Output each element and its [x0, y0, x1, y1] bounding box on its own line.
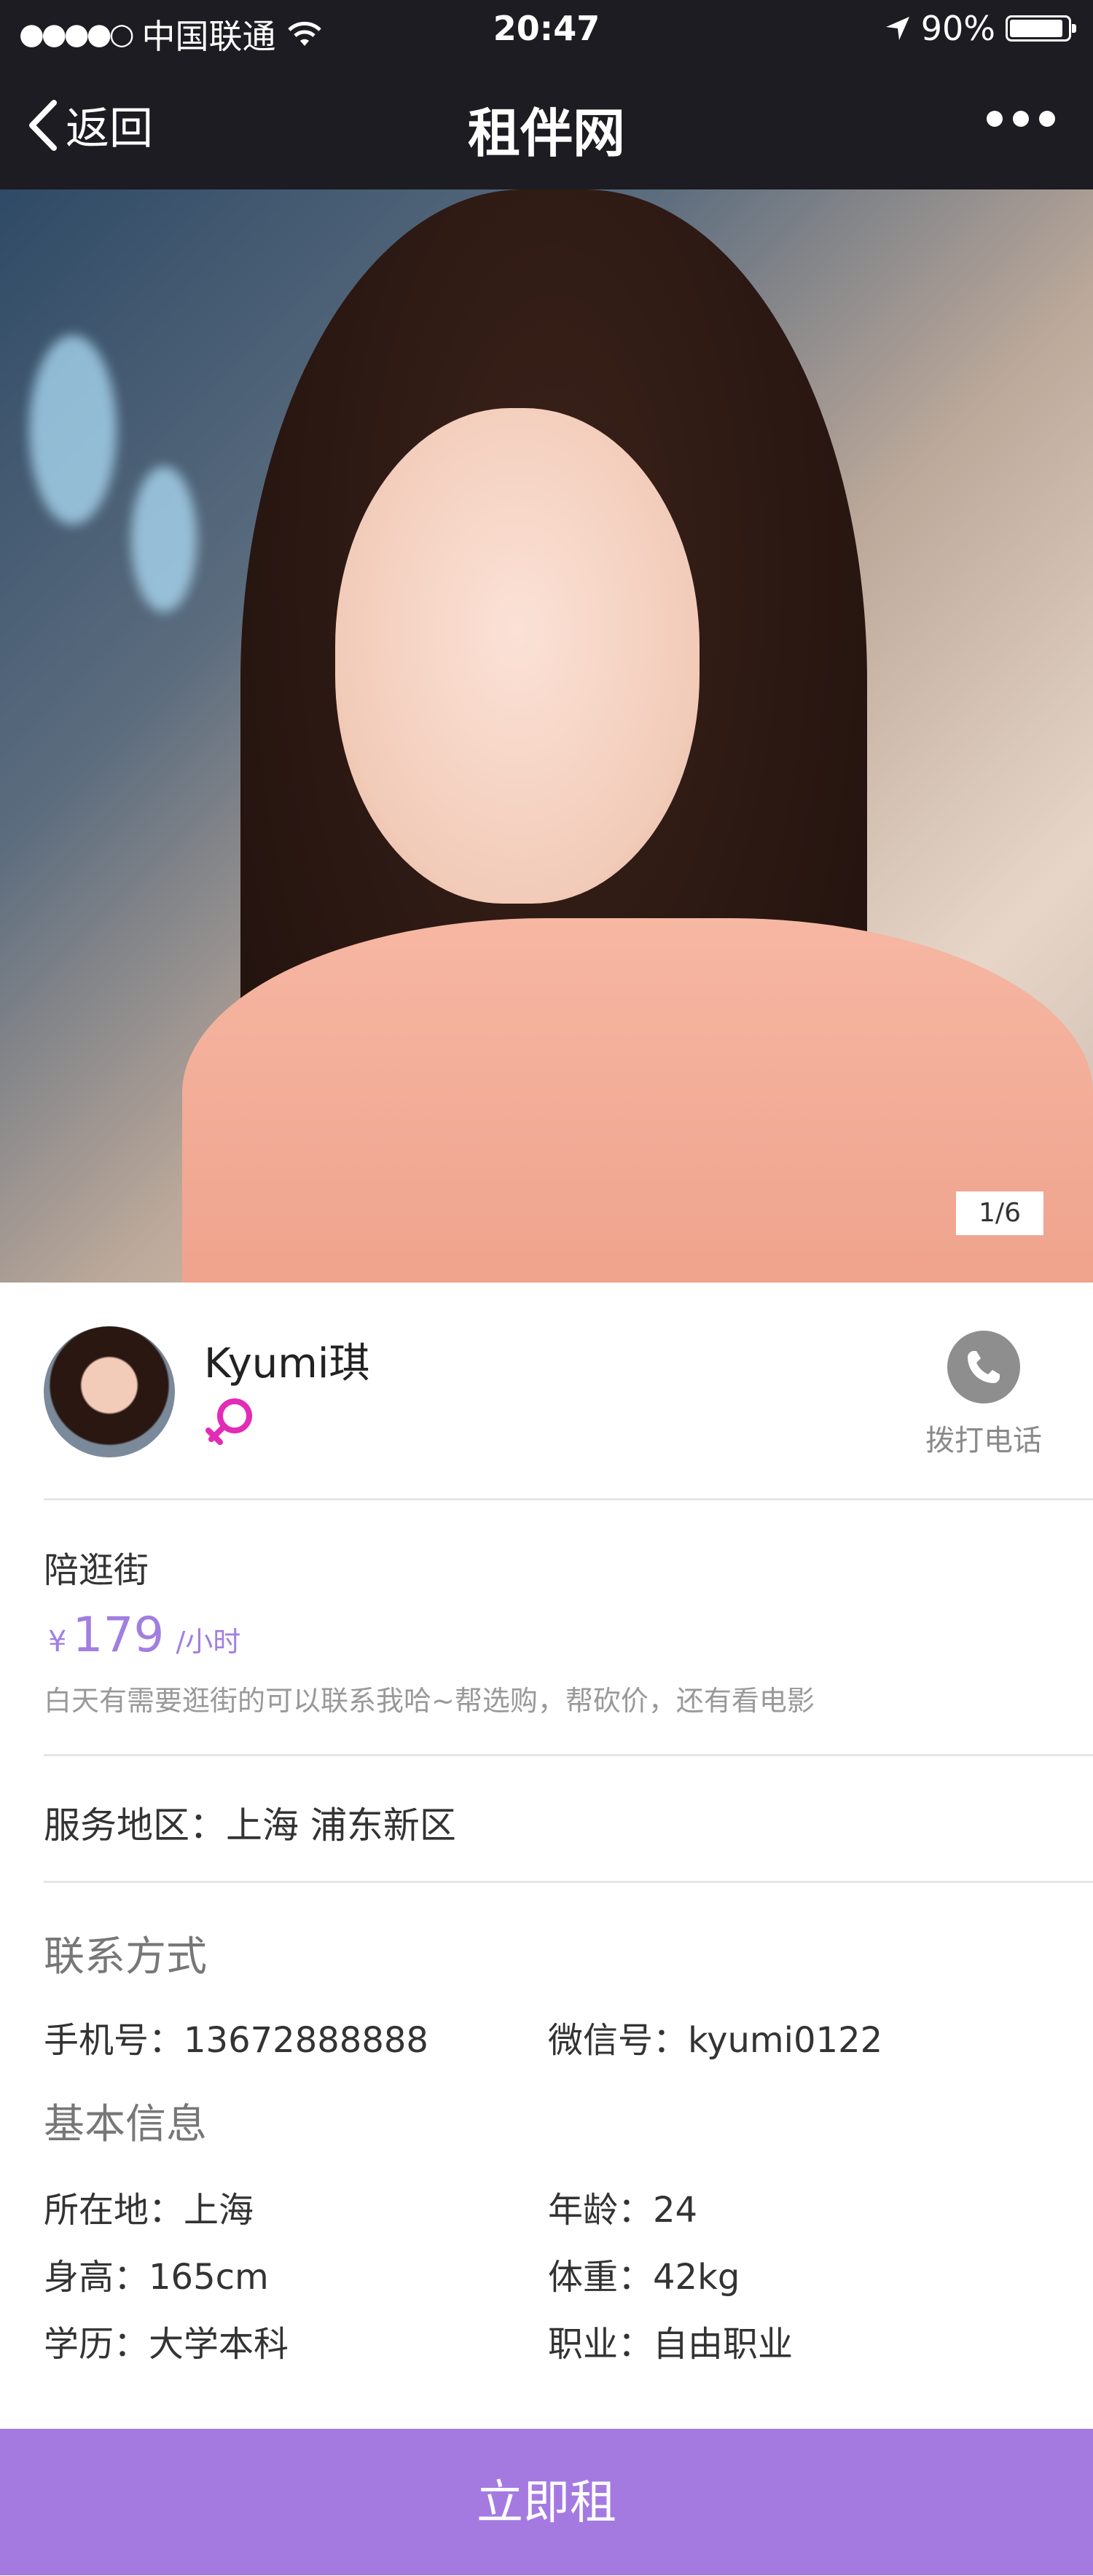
avatar [44, 1326, 175, 1457]
more-dot-icon [1039, 111, 1055, 127]
divider [44, 1881, 1093, 1883]
call-label: 拨打电话 [925, 1424, 1042, 1457]
status-right: 90% [885, 9, 1076, 48]
battery-icon [1006, 15, 1076, 42]
nav-bar: 返回 租伴网 [0, 58, 1093, 189]
location-field: 所在地：上海 [44, 2190, 254, 2231]
battery-percent: 90% [920, 9, 995, 48]
basic-info-title: 基本信息 [44, 2101, 207, 2148]
status-bar: ●●●●○ 中国联通 20:47 90% [0, 0, 1093, 58]
rent-now-button[interactable]: 立即租 [0, 2429, 1093, 2575]
phone-icon [947, 1331, 1020, 1404]
more-dot-icon [1013, 111, 1029, 127]
call-button[interactable]: 拨打电话 [918, 1331, 1049, 1459]
weight-field: 体重：42kg [548, 2257, 740, 2298]
divider [44, 1498, 1093, 1500]
service-title: 陪逛街 [44, 1550, 149, 1591]
service-area: 服务地区：上海 浦东新区 [44, 1804, 456, 1847]
price-value: 179 [72, 1607, 165, 1663]
photo-face [335, 408, 700, 904]
more-dot-icon [987, 111, 1003, 127]
profile-photo-carousel[interactable] [0, 189, 1093, 1283]
service-description: 白天有需要逛街的可以联系我哈~帮选购，帮砍价，还有看电影 [44, 1685, 815, 1717]
background-light [131, 466, 197, 612]
age-field: 年龄：24 [548, 2190, 698, 2231]
height-field: 身高：165cm [44, 2257, 269, 2298]
occupation-field: 职业：自由职业 [548, 2324, 794, 2365]
photo-counter: 1/6 [956, 1191, 1043, 1235]
wechat-id: 微信号：kyumi0122 [548, 2020, 883, 2061]
contact-section-title: 联系方式 [44, 1933, 207, 1981]
price: ¥ 179 /小时 [48, 1607, 240, 1663]
more-options-button[interactable] [987, 111, 1055, 127]
phone-number: 手机号：13672888888 [44, 2020, 428, 2061]
top-bar: ●●●●○ 中国联通 20:47 90% 返回 租伴网 [0, 0, 1093, 189]
currency-symbol: ¥ [48, 1625, 67, 1659]
female-gender-icon [205, 1398, 252, 1445]
page-title: 租伴网 [467, 103, 625, 164]
education-field: 学历：大学本科 [44, 2324, 289, 2365]
user-name: Kyumi琪 [204, 1340, 370, 1387]
background-light [29, 335, 117, 525]
price-unit: /小时 [176, 1626, 241, 1658]
location-arrow-icon [885, 17, 909, 40]
divider [44, 1754, 1093, 1756]
